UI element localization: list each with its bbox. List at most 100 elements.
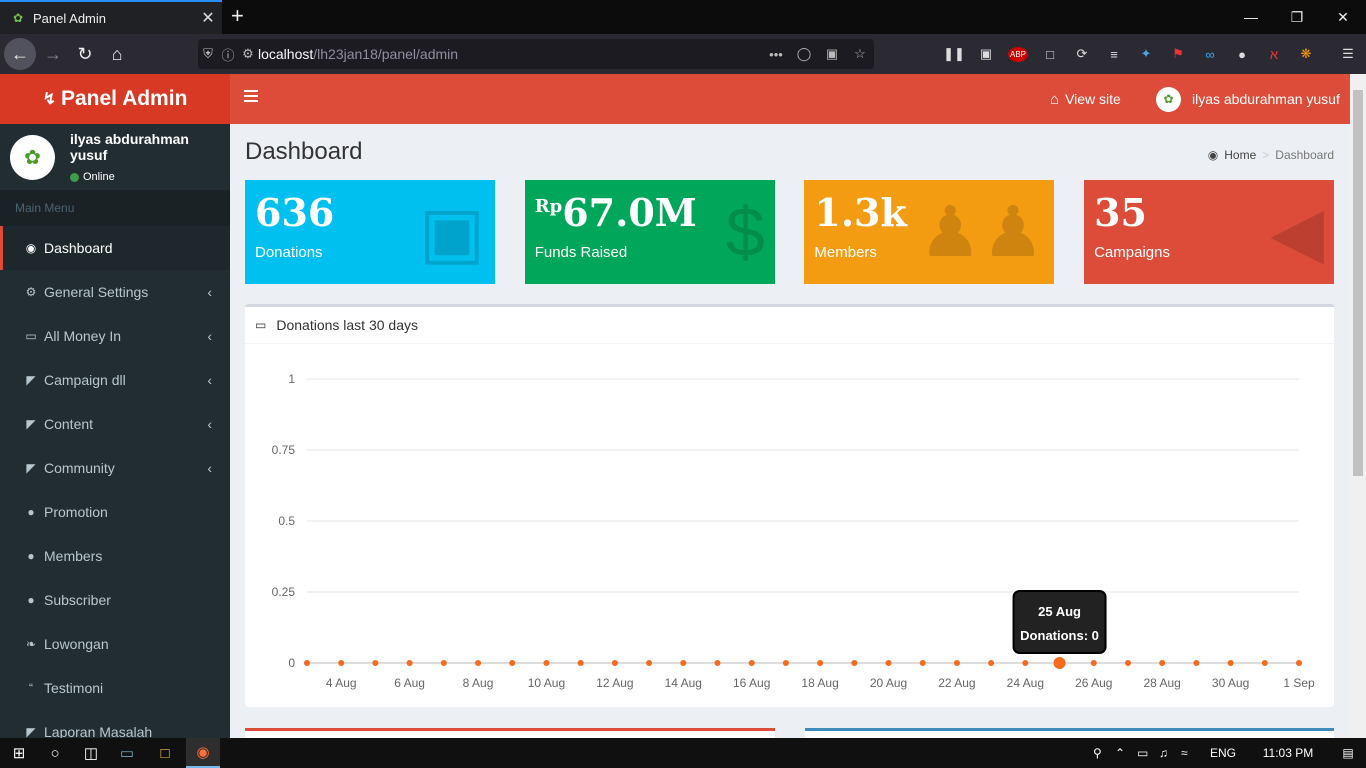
- scrollbar-thumb[interactable]: [1353, 90, 1363, 476]
- list-icon[interactable]: ≡: [1098, 40, 1130, 68]
- search-icon[interactable]: ○: [40, 738, 70, 768]
- user-panel: ✿ ilyas abdurahman yusuf Online: [0, 124, 230, 190]
- new-tab-icon[interactable]: +: [231, 4, 244, 28]
- system-tray: ⚲ ⌃ ▭ ♫ ≈ ENG 11:03 PM ▤: [1093, 738, 1363, 768]
- tooltip-body: Donations: 0: [1020, 628, 1099, 643]
- forward-icon[interactable]: →: [37, 38, 69, 70]
- library-icon[interactable]: ❚❚: [938, 40, 970, 68]
- sidebar-item-dashboard[interactable]: ◉ Dashboard: [0, 226, 230, 270]
- task-view-icon[interactable]: ◫: [76, 738, 106, 768]
- translate-icon[interactable]: ▣: [818, 46, 846, 62]
- sidebar-item-lowongan[interactable]: ❧ Lowongan: [0, 622, 230, 666]
- data-point: [953, 660, 960, 666]
- data-point: [919, 660, 926, 666]
- shield-icon[interactable]: ⛨: [198, 46, 218, 62]
- sync-icon[interactable]: ⟳: [1066, 40, 1098, 68]
- hamburger-icon[interactable]: [244, 90, 258, 102]
- page-scrollbar[interactable]: [1350, 74, 1366, 738]
- stat-label: Campaigns: [1094, 244, 1170, 261]
- container-icon[interactable]: □: [1034, 40, 1066, 68]
- restore-icon[interactable]: ❐: [1274, 0, 1320, 34]
- firefox-icon[interactable]: ◉: [186, 738, 220, 768]
- chevron-left-icon: ‹: [207, 372, 212, 388]
- chevron-left-icon: ‹: [207, 284, 212, 300]
- sidebar-item-members[interactable]: ● Members: [0, 534, 230, 578]
- extension-translate-icon[interactable]: א: [1258, 40, 1290, 68]
- sidebar-item-general-settings[interactable]: ⚙ General Settings ‹: [0, 270, 230, 314]
- window-close-icon[interactable]: ✕: [1320, 0, 1366, 34]
- extension-loop-icon[interactable]: ∞: [1194, 40, 1226, 68]
- data-point: [475, 660, 482, 666]
- tab-close-icon[interactable]: ✕: [194, 8, 222, 28]
- x-tick-label: 10 Aug: [528, 676, 565, 690]
- reader-icon[interactable]: ▣: [970, 40, 1002, 68]
- menu-icon[interactable]: ☰: [1332, 40, 1364, 68]
- view-site-link[interactable]: ⌂ View site: [1050, 74, 1121, 124]
- x-tick-label: 30 Aug: [1212, 676, 1249, 690]
- people-icon[interactable]: ⚲: [1093, 746, 1115, 760]
- data-point: [988, 660, 995, 666]
- data-point: [1053, 657, 1066, 669]
- x-tick-label: 20 Aug: [870, 676, 907, 690]
- notifications-icon[interactable]: ▤: [1333, 746, 1363, 760]
- extension-bird-icon[interactable]: ✦: [1130, 40, 1162, 68]
- sidebar-item-all-money-in[interactable]: ▭ All Money In ‹: [0, 314, 230, 358]
- breadcrumb-current: Dashboard: [1275, 148, 1334, 162]
- user-status: Online: [69, 171, 230, 183]
- stat-value: 1.3k: [814, 190, 907, 235]
- app-icon[interactable]: ▭: [112, 738, 142, 768]
- reload-icon[interactable]: ↻: [69, 38, 101, 70]
- language-indicator[interactable]: ENG: [1203, 746, 1243, 760]
- money-icon: ▭: [25, 329, 37, 343]
- home-icon[interactable]: ⌂: [101, 38, 133, 70]
- sidebar-item-laporan-masalah[interactable]: ◤ Laporan Masalah: [0, 710, 230, 738]
- page-actions-icon[interactable]: •••: [762, 47, 790, 62]
- sidebar-item-subscriber[interactable]: ● Subscriber: [0, 578, 230, 622]
- cogs-icon: ⚙: [25, 285, 37, 299]
- y-tick-label: 0: [288, 656, 295, 670]
- logo[interactable]: ↯ Panel Admin: [0, 74, 230, 124]
- data-point: [440, 660, 447, 666]
- data-point: [680, 660, 687, 666]
- data-point: [372, 660, 379, 666]
- chart-box-title: Donations last 30 days: [276, 317, 418, 333]
- wifi-icon[interactable]: ≈: [1181, 746, 1203, 760]
- header-user-menu[interactable]: ✿ ilyas abdurahman yusuf: [1156, 74, 1340, 124]
- x-tick-label: 1 Sep: [1283, 676, 1315, 690]
- stat-value: 35: [1094, 190, 1147, 235]
- user-icon: ●: [27, 549, 35, 563]
- minimize-icon[interactable]: —: [1228, 0, 1274, 34]
- sidebar-item-promotion[interactable]: ● Promotion: [0, 490, 230, 534]
- url-bar[interactable]: ⛨ ⓘ ⚙ localhost/lh23jan18/panel/admin ••…: [198, 39, 874, 69]
- sidebar-item-content[interactable]: ◤ Content ‹: [0, 402, 230, 446]
- sidebar-item-label: Laporan Masalah: [44, 724, 153, 738]
- extension-tool-icon[interactable]: ⚑: [1162, 40, 1194, 68]
- sidebar-item-community[interactable]: ◤ Community ‹: [0, 446, 230, 490]
- color-wheel-icon[interactable]: ❋: [1290, 40, 1322, 68]
- windows-start-icon[interactable]: ⊞: [4, 738, 34, 768]
- chevron-left-icon: ‹: [207, 460, 212, 476]
- bookmark-star-icon[interactable]: ☆: [846, 46, 874, 62]
- x-tick-label: 8 Aug: [463, 676, 494, 690]
- leaf-icon: ❧: [25, 637, 37, 651]
- volume-icon[interactable]: ♫: [1159, 746, 1181, 760]
- bolt-icon: ↯: [42, 91, 56, 108]
- data-point: [1124, 660, 1131, 666]
- breadcrumb: ◉ Home > Dashboard: [1207, 148, 1334, 162]
- sidebar-item-testimoni[interactable]: “ Testimoni: [0, 666, 230, 710]
- clock[interactable]: 11:03 PM: [1243, 746, 1333, 760]
- breadcrumb-home[interactable]: Home: [1224, 148, 1256, 162]
- pocket-icon[interactable]: ◯: [790, 46, 818, 62]
- permissions-icon[interactable]: ⚙: [238, 46, 258, 62]
- header-avatar: ✿: [1156, 86, 1181, 112]
- back-icon[interactable]: ←: [4, 38, 36, 70]
- battery-icon[interactable]: ▭: [1137, 746, 1159, 760]
- adblock-icon[interactable]: ABP: [1002, 40, 1034, 68]
- sidebar-item-campaign-dll[interactable]: ◤ Campaign dll ‹: [0, 358, 230, 402]
- file-explorer-icon[interactable]: □: [150, 738, 180, 768]
- info-icon[interactable]: ⓘ: [218, 45, 238, 64]
- chevron-up-icon[interactable]: ⌃: [1115, 746, 1137, 760]
- account-icon[interactable]: ●: [1226, 40, 1258, 68]
- browser-tab[interactable]: ✿ Panel Admin ✕: [0, 0, 222, 34]
- data-point: [1227, 660, 1234, 666]
